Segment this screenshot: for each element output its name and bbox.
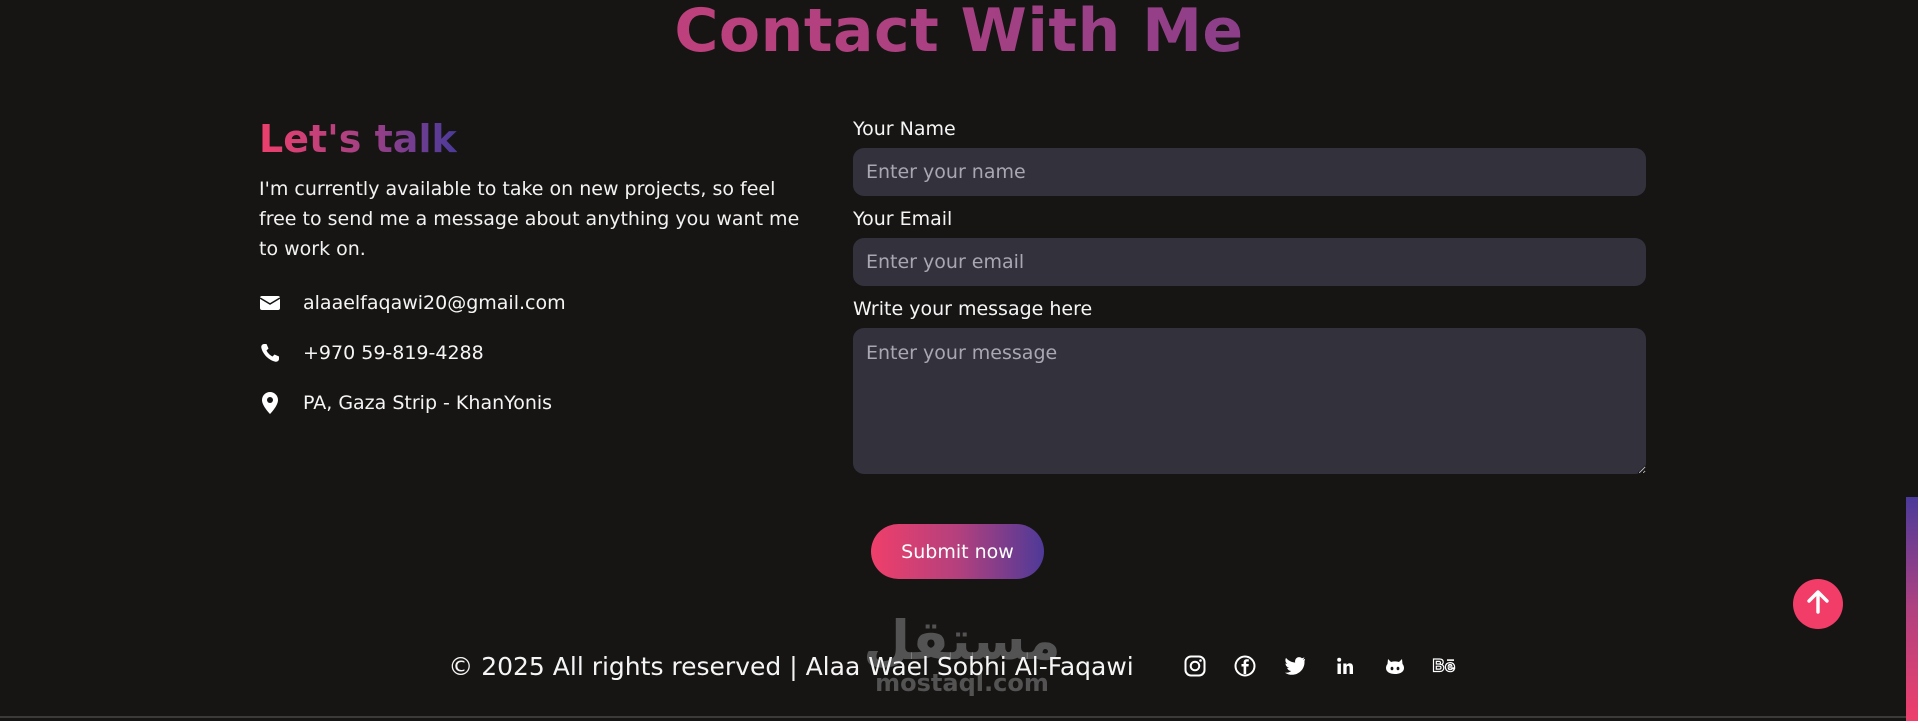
location-pin-icon	[259, 392, 281, 414]
email-row: alaaelfaqawi20@gmail.com	[259, 278, 799, 328]
name-label: Your Name	[853, 118, 956, 140]
scroll-to-top-button[interactable]	[1793, 579, 1843, 629]
message-label: Write your message here	[853, 298, 1093, 320]
name-input[interactable]	[853, 148, 1646, 196]
message-textarea[interactable]	[853, 328, 1646, 474]
footer: © 2025 All rights reserved | Alaa Wael S…	[0, 646, 1918, 686]
twitter-icon[interactable]	[1280, 651, 1310, 681]
phone-icon	[259, 342, 281, 364]
arrow-up-icon	[1805, 589, 1831, 619]
phone-text[interactable]: +970 59-819-4288	[303, 342, 484, 364]
facebook-icon[interactable]	[1230, 651, 1260, 681]
location-row: PA, Gaza Strip - KhanYonis	[259, 378, 799, 428]
contact-info: Let's talk I'm currently available to ta…	[259, 114, 799, 428]
lets-talk-heading: Let's talk	[259, 114, 457, 164]
copyright-text: © 2025 All rights reserved | Alaa Wael S…	[448, 651, 1134, 681]
email-label: Your Email	[853, 208, 953, 230]
submit-button[interactable]: Submit now	[871, 524, 1044, 579]
email-input[interactable]	[853, 238, 1646, 286]
scrollbar-thumb[interactable]	[1906, 497, 1918, 721]
linkedin-icon[interactable]	[1330, 651, 1360, 681]
email-text[interactable]: alaaelfaqawi20@gmail.com	[303, 292, 566, 314]
envelope-icon	[259, 292, 281, 314]
phone-row: +970 59-819-4288	[259, 328, 799, 378]
contact-form: Your Name Your Email Write your message …	[853, 114, 1646, 486]
instagram-icon[interactable]	[1180, 651, 1210, 681]
behance-icon[interactable]	[1430, 651, 1460, 681]
location-text: PA, Gaza Strip - KhanYonis	[303, 392, 553, 414]
intro-text: I'm currently available to take on new p…	[259, 178, 800, 260]
github-icon[interactable]	[1380, 651, 1410, 681]
section-title: Contact With Me	[0, 0, 1918, 68]
bottom-divider	[0, 716, 1918, 718]
